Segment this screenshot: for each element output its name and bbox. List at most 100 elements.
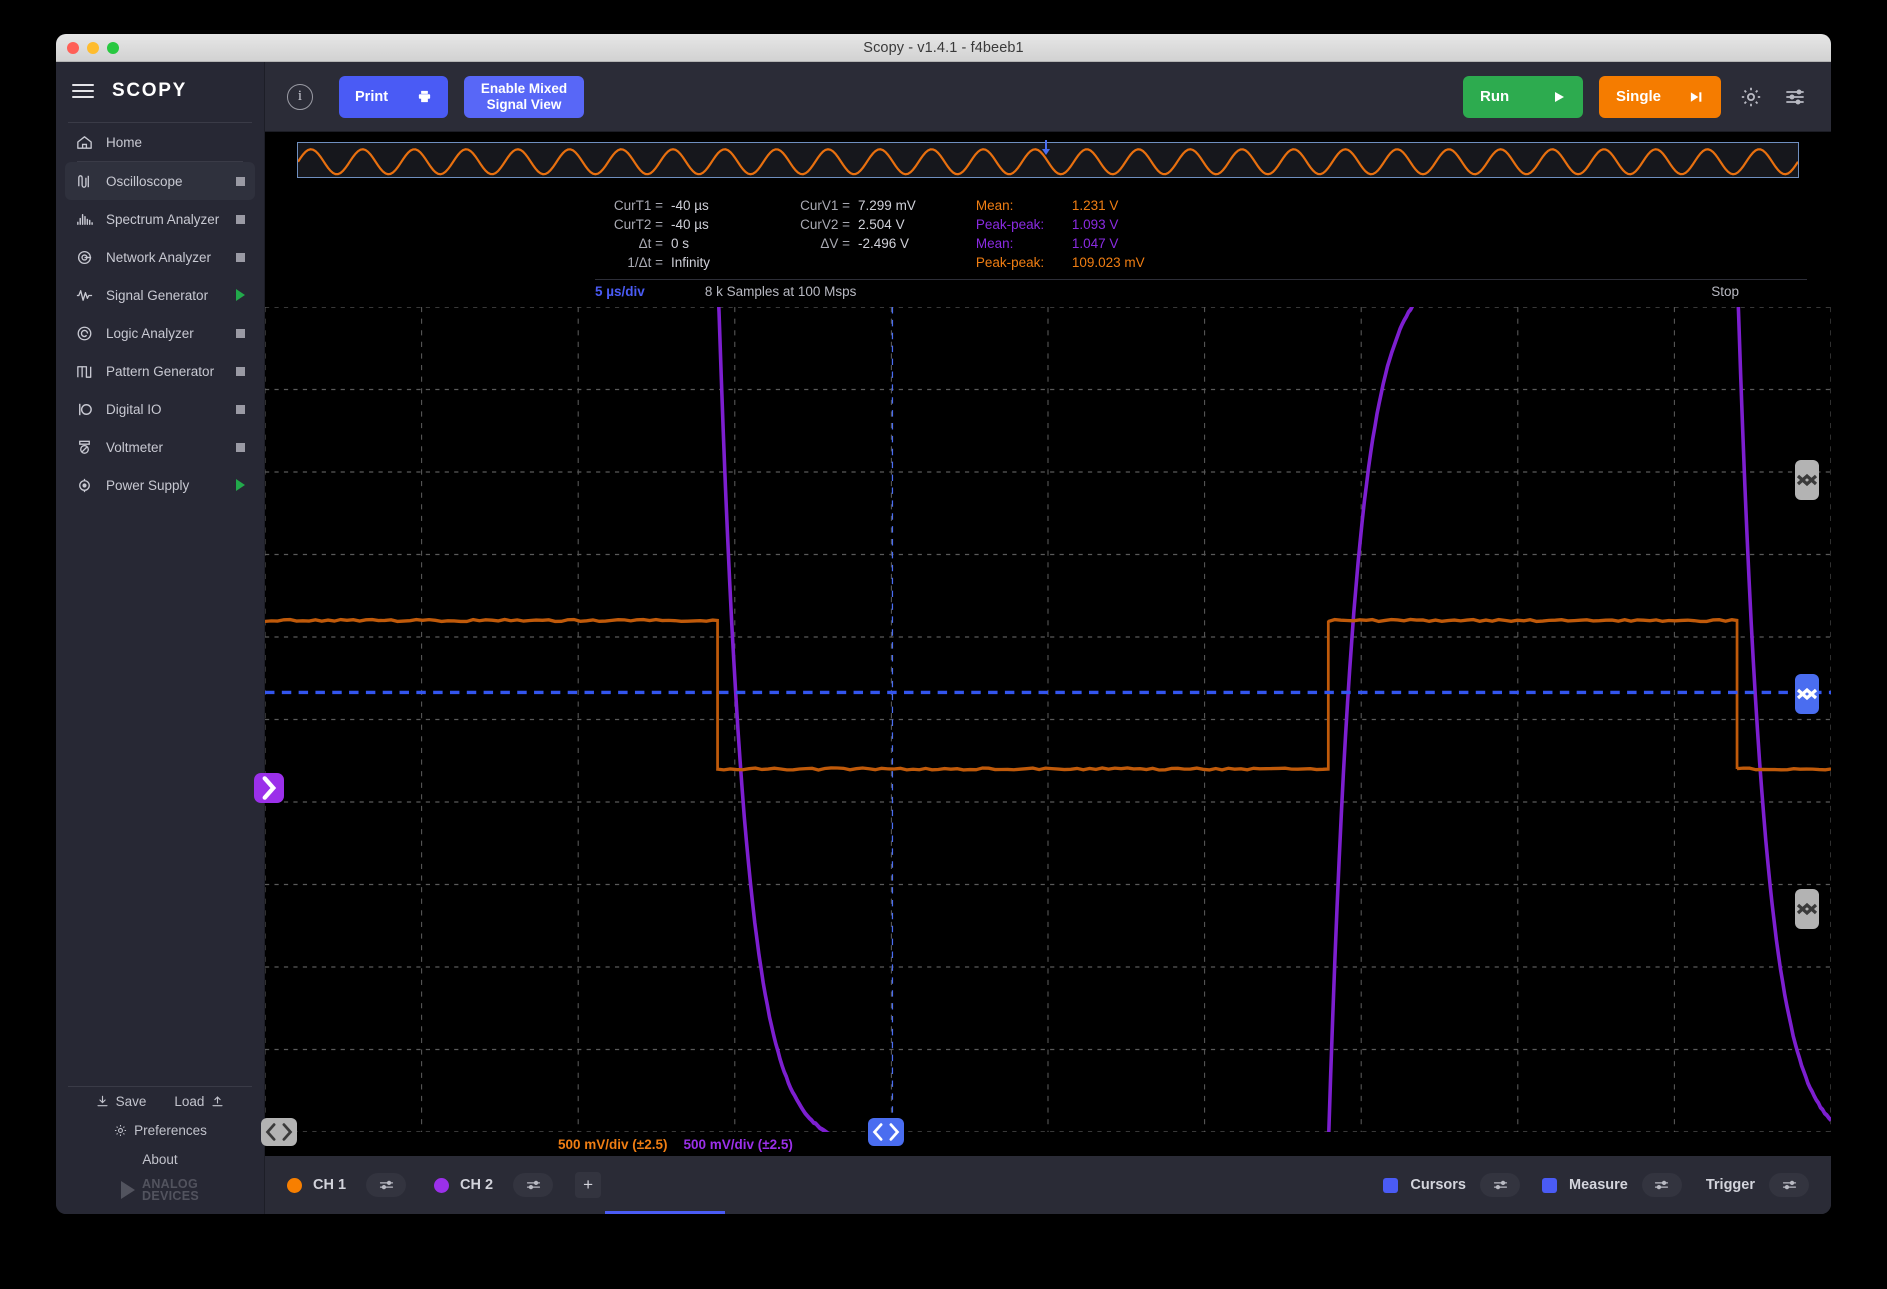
about-button[interactable]: About (142, 1152, 177, 1167)
measurement-row: Mean: 1.047 V (976, 236, 1145, 251)
ch2-volts-per-div[interactable]: 500 mV/div (±2.5) (683, 1137, 792, 1152)
sidebar-item-label: Voltmeter (106, 440, 224, 455)
curt2-value: -40 µs (671, 217, 709, 232)
trigger-level-handle[interactable] (254, 773, 284, 803)
save-label: Save (116, 1094, 147, 1109)
trigger-settings-button[interactable] (1769, 1173, 1809, 1197)
status-badge (236, 177, 245, 186)
cursors-settings-button[interactable] (1480, 1173, 1520, 1197)
inv-delta-t-value: Infinity (671, 255, 710, 270)
ch1-offset-handle-top[interactable] (1795, 460, 1819, 500)
sidebar-item-digital-io[interactable]: Digital IO (65, 390, 255, 428)
chevron-down-icon (1795, 889, 1819, 929)
cursor-v-handle[interactable] (1795, 674, 1819, 714)
mixed-label-line2: Signal View (487, 97, 562, 112)
status-badge (236, 253, 245, 262)
graph-canvas (265, 307, 1831, 1132)
app-window: Scopy - v1.4.1 - f4beeb1 SCOPY Home Osci… (56, 34, 1831, 1214)
status-badge-running (236, 479, 245, 491)
cursor-t1-handle[interactable] (261, 1118, 297, 1146)
measurement-value: 1.047 V (1072, 236, 1132, 251)
upload-icon (210, 1094, 225, 1109)
load-button[interactable]: Load (174, 1094, 225, 1109)
ch2-color-dot (434, 1178, 449, 1193)
sliders-icon[interactable] (1781, 83, 1809, 111)
ch2-label: CH 2 (460, 1177, 493, 1193)
measurement-label: Peak-peak: (976, 255, 1072, 270)
play-to-end-icon (1689, 90, 1704, 104)
add-channel-button[interactable]: + (575, 1172, 601, 1198)
trigger-position-handle[interactable] (868, 1118, 904, 1146)
sliders-icon (525, 1179, 542, 1191)
cursor-time-column: CurT1 = -40 µs CurT2 = -40 µs Δt = 0 s 1/Δt… (595, 198, 710, 270)
run-button[interactable]: Run (1463, 76, 1583, 118)
readouts-divider (595, 279, 1807, 280)
sliders-icon (1653, 1179, 1670, 1191)
waveform-preview[interactable] (265, 132, 1831, 184)
sidebar-item-spectrum-analyzer[interactable]: Spectrum Analyzer (65, 200, 255, 238)
sidebar-item-oscilloscope[interactable]: Oscilloscope (65, 162, 255, 200)
trigger-label: Trigger (1706, 1177, 1755, 1193)
sidebar-item-network-analyzer[interactable]: Network Analyzer (65, 238, 255, 276)
add-channel-label: + (583, 1175, 593, 1195)
curv2-key: CurV2 = (778, 217, 850, 232)
chevron-right-icon (254, 773, 284, 803)
about-row: About (56, 1145, 264, 1174)
sidebar-footer: Save Load Preferences About ANALOG DEVIC… (56, 1086, 264, 1214)
sidebar-item-voltmeter[interactable]: Voltmeter (65, 428, 255, 466)
main-area: i Print Enable Mixed Signal View Run Sin… (265, 62, 1831, 1214)
sidebar-item-logic-analyzer[interactable]: Logic Analyzer (65, 314, 255, 352)
sidebar-item-label: Oscilloscope (106, 174, 224, 189)
ch1-label: CH 1 (313, 1177, 346, 1193)
channel-2-chip[interactable]: CH 2 (434, 1177, 493, 1193)
measurements-column: Mean: 1.231 V Peak-peak: 1.093 V Mean: 1.04… (976, 198, 1145, 270)
ch2-offset-handle-bottom[interactable] (1795, 889, 1819, 929)
print-label: Print (355, 89, 388, 105)
sidebar-brand: SCOPY (56, 62, 264, 122)
cursors-toggle[interactable] (1383, 1178, 1398, 1193)
curt2-key: CurT2 = (595, 217, 663, 232)
sliders-icon (1781, 1179, 1798, 1191)
measure-label: Measure (1569, 1177, 1628, 1193)
sidebar-item-pattern-generator[interactable]: Pattern Generator (65, 352, 255, 390)
preferences-row: Preferences (56, 1116, 264, 1145)
window-title: Scopy - v1.4.1 - f4beeb1 (56, 40, 1831, 56)
measurement-label: Mean: (976, 198, 1072, 213)
curt1-value: -40 µs (671, 198, 709, 213)
channel-1-chip[interactable]: CH 1 (287, 1177, 346, 1193)
network-analyzer-icon (75, 248, 94, 267)
signal-generator-icon (75, 286, 94, 305)
delta-v-key: ΔV = (778, 236, 850, 251)
print-button[interactable]: Print (339, 76, 448, 118)
ch1-settings-button[interactable] (366, 1173, 406, 1197)
measure-settings-button[interactable] (1642, 1173, 1682, 1197)
scopy-logo: SCOPY (112, 80, 187, 102)
sidebar-item-label: Logic Analyzer (106, 326, 224, 341)
gear-icon[interactable] (1737, 83, 1765, 111)
sidebar-item-home[interactable]: Home (65, 123, 255, 161)
sidebar-item-label: Digital IO (106, 402, 224, 417)
preview-frame (297, 142, 1799, 178)
save-button[interactable]: Save (95, 1094, 147, 1109)
download-icon (95, 1094, 110, 1109)
single-button[interactable]: Single (1599, 76, 1721, 118)
curt1-key: CurT1 = (595, 198, 663, 213)
sidebar-item-power-supply[interactable]: Power Supply (65, 466, 255, 504)
preferences-button[interactable]: Preferences (113, 1123, 207, 1138)
mixed-label-line1: Enable Mixed (481, 81, 567, 96)
status-badge (236, 215, 245, 224)
preview-trigger-marker[interactable] (1045, 140, 1047, 150)
measurement-value: 109.023 mV (1072, 255, 1145, 270)
sidebar-item-signal-generator[interactable]: Signal Generator (65, 276, 255, 314)
enable-mixed-signal-view-button[interactable]: Enable Mixed Signal View (464, 76, 584, 118)
hamburger-icon[interactable] (72, 84, 94, 98)
measure-toggle[interactable] (1542, 1178, 1557, 1193)
time-per-div-label[interactable]: 5 µs/div (595, 284, 645, 299)
ch1-volts-per-div[interactable]: 500 mV/div (±2.5) (558, 1137, 667, 1152)
oscilloscope-graph[interactable] (265, 307, 1831, 1132)
info-icon[interactable]: i (287, 84, 313, 110)
ch2-settings-button[interactable] (513, 1173, 553, 1197)
sidebar-item-label: Signal Generator (106, 288, 224, 303)
sliders-icon (1492, 1179, 1509, 1191)
oscilloscope-icon (75, 172, 94, 191)
